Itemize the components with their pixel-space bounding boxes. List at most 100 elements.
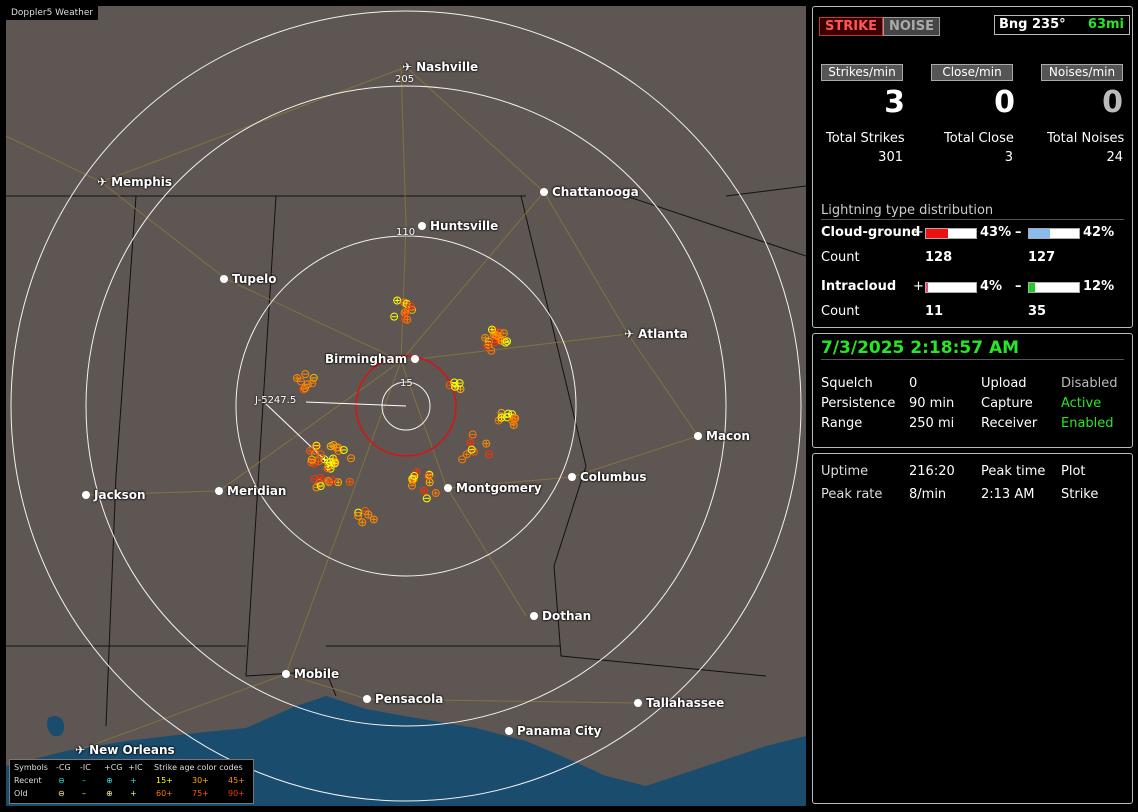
city-panama-city: Panama City: [505, 724, 601, 738]
city-new-orleans: ✈ New Orleans: [75, 743, 175, 757]
ic-pos-pct: 4%: [980, 279, 1003, 294]
legend-pos-ic-header: +IC: [128, 763, 143, 772]
city-tallahassee: Tallahassee: [634, 696, 724, 710]
cg-pos-pct: 43%: [980, 225, 1012, 240]
legend-old-neg-ic-icon: –: [82, 789, 86, 798]
ic-neg-count: 35: [1028, 304, 1047, 319]
ic-neg-bar-fill: [1029, 283, 1035, 292]
city-montgomery: Montgomery: [444, 481, 542, 495]
city-dot-icon: [282, 670, 290, 678]
close-per-min-button[interactable]: Close/min: [931, 64, 1013, 81]
city-name: Chattanooga: [552, 185, 639, 199]
strike-symbol: [358, 518, 367, 527]
strike-symbol: [326, 458, 335, 467]
strike-symbol: [301, 370, 310, 379]
panel2-v1-1: 90 min: [909, 396, 955, 411]
cg-neg-bar-fill: [1029, 229, 1050, 238]
city-mobile: Mobile: [282, 667, 339, 681]
city-name: Pensacola: [375, 692, 444, 706]
cg-neg-bar: [1028, 228, 1080, 239]
legend-recent-label: Recent: [14, 776, 42, 785]
strike-symbol: [316, 450, 325, 459]
bearing-display: Bng 235° 63mi: [994, 15, 1130, 35]
city-name: Huntsville: [430, 219, 499, 233]
airport-icon: ✈: [97, 175, 108, 189]
city-name: Columbus: [580, 470, 647, 484]
strike-symbol: [306, 446, 315, 455]
total-strikes-value: 301: [878, 150, 903, 165]
strike-symbol: [509, 420, 518, 429]
strikes-per-min-button[interactable]: Strikes/min: [821, 64, 903, 81]
ic-pos-count: 11: [925, 304, 944, 319]
city-name: Panama City: [517, 724, 602, 738]
airport-icon: ✈: [402, 60, 413, 74]
city-dot-icon: [634, 699, 642, 707]
strike-symbol: [466, 438, 475, 447]
cg-neg-sign: –: [1015, 225, 1022, 240]
strike-symbol: [458, 455, 467, 464]
strike-button[interactable]: STRIKE: [819, 17, 884, 36]
cloud-ground-label: Cloud-ground: [821, 225, 921, 240]
strike-symbol: [403, 315, 412, 324]
legend-neg-ic-icon: –: [82, 776, 86, 785]
strike-symbol: [424, 472, 433, 481]
city-huntsville: Huntsville: [418, 219, 498, 233]
panel2-v2-0: Disabled: [1061, 376, 1118, 391]
city-name: Dothan: [542, 609, 592, 623]
strike-symbol: [354, 511, 363, 520]
strike-symbol: [483, 342, 492, 351]
panel3-v2-0: Plot: [1061, 464, 1086, 479]
cg-count-label: Count: [821, 250, 860, 265]
city-name: Memphis: [111, 175, 173, 189]
close-per-min-value: 0: [994, 85, 1015, 120]
noises-per-min-button[interactable]: Noises/min: [1041, 64, 1123, 81]
city-dot-icon: [215, 487, 223, 495]
panel3-k1-0: Uptime: [821, 464, 869, 479]
range-ring-label: 110: [396, 227, 416, 238]
strike-symbol: [482, 439, 491, 448]
city-dot-icon: [363, 695, 371, 703]
strike-symbol: [487, 346, 496, 355]
city-name: Jackson: [94, 488, 146, 502]
legend-neg-cg-icon: ⊖: [58, 776, 65, 785]
panel2-k2-2: Receiver: [981, 416, 1038, 431]
status-separator: [821, 359, 1124, 360]
strike-symbol: [314, 457, 323, 466]
strike-symbol: [401, 307, 410, 316]
bearing-line-2: [265, 403, 327, 462]
current-datetime: 7/3/2025 2:18:57 AM: [821, 338, 1020, 358]
city-name: New Orleans: [89, 743, 175, 757]
ic-pos-sign: +: [913, 279, 924, 294]
strike-symbol: [310, 474, 319, 483]
airport-icon: ✈: [624, 327, 635, 341]
city-name: Macon: [706, 429, 750, 443]
lightning-map[interactable]: ✈ Nashville ✈ Memphis Chattanooga Huntsville T…: [6, 6, 806, 806]
strike-stats-panel: STRIKE NOISE Bng 235° 63mi Strikes/min C…: [812, 6, 1133, 328]
panel2-k2-0: Upload: [981, 376, 1027, 391]
strike-symbol: [364, 510, 373, 519]
strike-symbol: [468, 430, 477, 439]
total-close-label: Total Close: [944, 131, 1014, 146]
roads: [6, 65, 699, 751]
strike-symbol: [339, 446, 348, 455]
total-close-value: 3: [1004, 150, 1013, 165]
panel3-v2-1: Strike: [1061, 487, 1099, 502]
strike-symbol: [451, 382, 460, 391]
noise-button[interactable]: NOISE: [883, 17, 941, 36]
strike-symbol: [390, 312, 399, 321]
strike-symbol: [431, 489, 440, 498]
panel3-k2-1: 2:13 AM: [981, 487, 1035, 502]
uptime-panel: Uptime 216:20 Peak time Plot Peak rate 8/min 2…: [812, 453, 1133, 804]
strike-symbol: [330, 459, 339, 468]
legend-code-60: 60+: [156, 789, 173, 798]
panel3-v1-0: 216:20: [909, 464, 955, 479]
legend-old-pos-cg-icon: ⊕: [106, 789, 113, 798]
distance-value: 63mi: [1087, 17, 1124, 32]
total-noises-value: 24: [1106, 150, 1123, 165]
city-name: Nashville: [416, 60, 479, 74]
noises-per-min-value: 0: [1102, 85, 1123, 120]
city-dot-icon: [530, 612, 538, 620]
city-name: Birmingham: [325, 352, 408, 366]
city-name: Mobile: [294, 667, 340, 681]
city-dot-icon: [444, 484, 452, 492]
